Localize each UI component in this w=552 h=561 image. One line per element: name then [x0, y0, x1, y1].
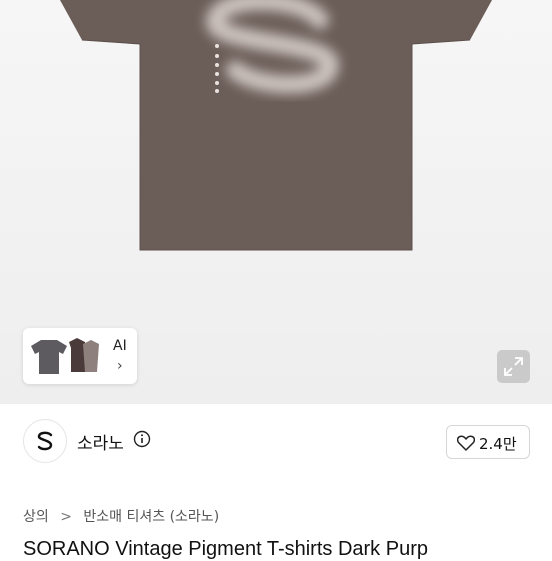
breadcrumb-item-short-sleeve[interactable]: 반소매 티셔츠 (소라노) [83, 506, 219, 526]
expand-image-button[interactable] [497, 350, 530, 383]
variant-shirts-image [31, 338, 99, 374]
color-variant-thumbnail[interactable]: AI › [23, 328, 137, 384]
heart-icon [457, 435, 475, 451]
ai-label: AI [113, 338, 127, 354]
chevron-right-icon: › [117, 358, 123, 374]
brand-s-logo-icon [37, 431, 53, 451]
like-button[interactable]: 2.4만 [446, 425, 530, 459]
product-image[interactable]: AI › [0, 0, 552, 404]
brand-logo[interactable] [23, 419, 67, 463]
breadcrumb-item-top[interactable]: 상의 [23, 506, 49, 526]
product-title: SORANO Vintage Pigment T-shirts Dark Pur… [23, 538, 428, 560]
breadcrumb-separator: > [60, 509, 72, 525]
brand-name[interactable]: 소라노 [77, 429, 124, 454]
brand-row: 소라노 2.4만 [0, 404, 552, 478]
breadcrumb: 상의 > 반소매 티셔츠 (소라노) [23, 506, 219, 526]
expand-icon [504, 357, 523, 376]
like-count: 2.4만 [479, 435, 517, 453]
info-icon[interactable] [133, 430, 151, 448]
